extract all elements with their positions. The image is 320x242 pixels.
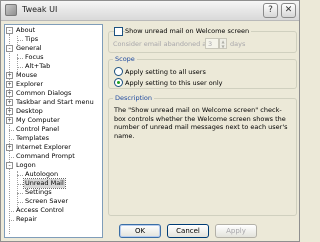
tree-item-logon[interactable]: - Logon <box>5 161 100 170</box>
tree-item-unread-mail[interactable]: Unread Mail <box>5 178 100 189</box>
tree-item-internet-explorer[interactable]: + Internet Explorer <box>5 143 100 152</box>
show-unread-checkbox[interactable] <box>114 27 123 36</box>
collapse-icon[interactable]: - <box>6 27 13 34</box>
scope-title: Scope <box>113 55 137 63</box>
close-button[interactable]: ✕ <box>281 3 296 18</box>
collapse-icon[interactable]: - <box>6 162 13 169</box>
tree-item-label: About <box>16 26 36 34</box>
description-group: Description The "Show unread mail on Wel… <box>108 94 297 216</box>
window-title: Tweak UI <box>22 5 58 14</box>
tree-item-label: Templates <box>16 134 50 142</box>
tree-item-label: Unread Mail <box>23 178 66 189</box>
description-text: The "Show unread mail on Welcome screen"… <box>114 106 288 140</box>
tree-item-mouse[interactable]: + Mouse <box>5 71 100 80</box>
tree-item-label: General <box>16 44 42 52</box>
tree-item-explorer[interactable]: + Explorer <box>5 80 100 89</box>
expand-icon[interactable]: + <box>6 144 13 151</box>
abandoned-prefix-label: Consider email abandoned after <box>113 40 218 48</box>
apply-button[interactable]: Apply <box>215 224 257 238</box>
tree-branch <box>17 175 23 176</box>
this-user-radio[interactable] <box>114 78 123 87</box>
tree-branch <box>9 157 14 158</box>
tree-item-label: Control Panel <box>16 125 60 133</box>
tree-item-label: Taskbar and Start menu <box>16 98 94 106</box>
ok-button[interactable]: OK <box>119 224 161 238</box>
expand-icon[interactable]: + <box>6 90 13 97</box>
all-users-radio[interactable] <box>114 67 123 76</box>
tree-branch <box>17 184 23 185</box>
show-unread-label[interactable]: Show unread mail on Welcome screen <box>125 27 252 35</box>
tree-branch <box>9 130 14 131</box>
cancel-button[interactable]: Cancel <box>167 224 209 238</box>
tree-item-tips[interactable]: Tips <box>5 35 100 44</box>
tree-item-about[interactable]: - About <box>5 26 100 35</box>
abandoned-suffix-label: days <box>230 40 246 48</box>
tree-item-label: Desktop <box>16 107 43 115</box>
tree-item-my-computer[interactable]: + My Computer <box>5 116 100 125</box>
days-spinner[interactable]: ▲ ▼ <box>219 38 227 49</box>
scope-group: Scope Apply setting to all users Apply s… <box>108 55 297 89</box>
tree-item-label: Common Dialogs <box>16 89 72 97</box>
tree-item-alt-tab[interactable]: Alt+Tab <box>5 62 100 71</box>
tree-item-general[interactable]: - General <box>5 44 100 53</box>
tree-item-label: Repair <box>16 215 37 223</box>
app-icon <box>5 4 17 16</box>
tweak-ui-window: Tweak UI ? ✕ - About Tips - General Focu… <box>0 0 300 242</box>
tree-branch <box>17 193 23 194</box>
tree-item-label: Command Prompt <box>16 152 75 160</box>
tree-item-label: Focus <box>25 53 44 61</box>
expand-icon[interactable]: + <box>6 117 13 124</box>
tree-item-label: Alt+Tab <box>25 62 51 70</box>
tree-item-screen-saver[interactable]: Screen Saver <box>5 197 100 206</box>
expand-icon[interactable]: + <box>6 81 13 88</box>
collapse-icon[interactable]: - <box>6 45 13 52</box>
tree-item-command-prompt[interactable]: Command Prompt <box>5 152 100 161</box>
tree-item-common-dialogs[interactable]: + Common Dialogs <box>5 89 100 98</box>
abandoned-days-input[interactable]: 3 <box>205 38 219 49</box>
all-users-label[interactable]: Apply setting to all users <box>125 68 206 76</box>
tree-branch <box>17 40 23 41</box>
tree-branch <box>9 220 14 221</box>
tree-item-label: Access Control <box>16 206 64 214</box>
tree-item-label: Autologon <box>25 170 59 178</box>
tree-item-autologon[interactable]: Autologon <box>5 170 100 179</box>
tree-branch <box>9 139 14 140</box>
tree-branch <box>17 202 23 203</box>
expand-icon[interactable]: + <box>6 99 13 106</box>
tree-branch <box>17 67 23 68</box>
tree-branch <box>9 211 14 212</box>
tree-item-repair[interactable]: Repair <box>5 215 100 224</box>
tree-item-label: Explorer <box>16 80 44 88</box>
spin-down-icon[interactable]: ▼ <box>220 44 226 49</box>
tree-item-settings[interactable]: Settings <box>5 188 100 197</box>
tree-item-templates[interactable]: Templates <box>5 134 100 143</box>
category-tree[interactable]: - About Tips - General Focus Alt+Tab + M… <box>4 24 103 238</box>
tree-item-focus[interactable]: Focus <box>5 53 100 62</box>
title-bar[interactable]: Tweak UI ? ✕ <box>1 1 299 21</box>
help-button[interactable]: ? <box>263 3 278 18</box>
tree-item-label: Mouse <box>16 71 38 79</box>
tree-item-desktop[interactable]: + Desktop <box>5 107 100 116</box>
tree-item-label: Logon <box>16 161 36 169</box>
tree-branch <box>17 58 23 59</box>
tree-item-label: Settings <box>25 188 52 196</box>
description-title: Description <box>113 94 155 102</box>
tree-item-access-control[interactable]: Access Control <box>5 206 100 215</box>
tree-item-label: Tips <box>25 35 39 43</box>
tree-item-taskbar[interactable]: + Taskbar and Start menu <box>5 98 100 107</box>
tree-item-label: Internet Explorer <box>16 143 71 151</box>
this-user-label[interactable]: Apply setting to this user only <box>125 79 223 87</box>
expand-icon[interactable]: + <box>6 108 13 115</box>
tree-item-control-panel[interactable]: Control Panel <box>5 125 100 134</box>
tree-item-label: Screen Saver <box>25 197 69 205</box>
expand-icon[interactable]: + <box>6 72 13 79</box>
unread-mail-group: Show unread mail on Welcome screen Consi… <box>108 27 297 53</box>
tree-item-label: My Computer <box>16 116 60 124</box>
